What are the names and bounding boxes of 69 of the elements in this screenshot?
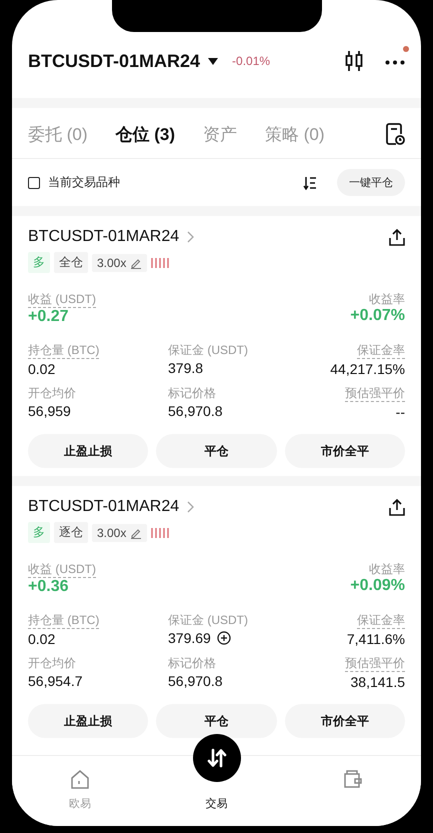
pnl-value: +0.36 — [28, 578, 68, 596]
history-icon[interactable] — [385, 122, 405, 146]
more-icon[interactable] — [385, 60, 405, 65]
field-value: 44,217.15% — [330, 361, 405, 377]
field-label: 收益 (USDT) — [28, 291, 96, 308]
field-label: 保证金 (USDT) — [168, 342, 248, 358]
nav-item[interactable]: 交易 — [148, 756, 285, 826]
symbol-title[interactable]: BTCUSDT-01MAR24 — [28, 50, 200, 72]
field-value: 379.8 — [168, 360, 204, 376]
field-value: -- — [396, 404, 405, 420]
action-button[interactable]: 平仓 — [156, 704, 277, 738]
field-label: 收益率 — [369, 291, 405, 307]
trade-button[interactable] — [192, 734, 240, 782]
field-value: 56,959 — [28, 403, 71, 419]
field-value: 0.02 — [28, 631, 56, 647]
wallet-icon — [342, 768, 364, 790]
field-value: 56,970.8 — [168, 403, 222, 419]
field-value: 56,954.7 — [28, 673, 82, 689]
field-label: 保证金率 — [357, 342, 405, 359]
add-margin-icon[interactable] — [216, 631, 231, 645]
field-label: 开仓均价 — [28, 385, 76, 401]
side-tag: 多 — [28, 252, 50, 273]
roe-value: +0.09% — [350, 577, 405, 595]
share-icon[interactable] — [389, 498, 405, 516]
price-change: -0.01% — [232, 54, 270, 68]
field-label: 预估强平价 — [345, 655, 405, 672]
close-all-button[interactable]: 一键平仓 — [337, 169, 405, 196]
home-icon — [69, 768, 92, 790]
margin-mode-tag: 逐仓 — [54, 522, 88, 543]
action-button[interactable]: 止盈止损 — [28, 434, 148, 468]
pencil-icon — [130, 256, 142, 268]
position-symbol[interactable]: BTCUSDT-01MAR24 — [28, 498, 180, 516]
tab[interactable]: 仓位 (3) — [116, 122, 175, 146]
action-button[interactable]: 平仓 — [156, 434, 277, 468]
filter-label: 当前交易品种 — [48, 174, 120, 191]
field-label: 保证金 (USDT) — [168, 612, 248, 628]
checkbox[interactable] — [28, 176, 40, 188]
dropdown-icon[interactable] — [208, 58, 218, 64]
field-label: 标记价格 — [168, 385, 216, 401]
swap-arrows-icon — [206, 747, 228, 769]
field-value: 38,141.5 — [350, 674, 405, 690]
pencil-icon — [130, 526, 142, 538]
field-label: 预估强平价 — [345, 385, 405, 402]
risk-meter-icon — [151, 528, 172, 538]
field-value: 7,411.6% — [346, 631, 405, 647]
margin-mode-tag: 全仓 — [54, 252, 88, 273]
field-value: 379.69 — [168, 630, 211, 646]
share-icon[interactable] — [389, 228, 405, 246]
field-value: 56,970.8 — [168, 673, 222, 689]
roe-value: +0.07% — [350, 307, 405, 325]
field-label: 保证金率 — [357, 612, 405, 629]
position-symbol[interactable]: BTCUSDT-01MAR24 — [28, 228, 180, 246]
field-label: 收益 (USDT) — [28, 561, 96, 578]
field-label: 开仓均价 — [28, 655, 76, 671]
action-button[interactable]: 市价全平 — [284, 704, 405, 738]
risk-meter-icon — [151, 258, 172, 268]
action-button[interactable]: 市价全平 — [284, 434, 405, 468]
pnl-value: +0.27 — [28, 308, 68, 326]
candlestick-icon[interactable] — [345, 50, 363, 72]
field-value: 0.02 — [28, 361, 56, 377]
field-label: 持仓量 (BTC) — [28, 342, 100, 359]
action-button[interactable]: 止盈止损 — [28, 704, 148, 738]
field-label: 持仓量 (BTC) — [28, 612, 100, 629]
side-tag: 多 — [28, 522, 50, 543]
sort-icon[interactable] — [303, 176, 317, 190]
leverage-button[interactable]: 3.00x — [92, 524, 148, 542]
field-label: 收益率 — [369, 561, 405, 577]
leverage-button[interactable]: 3.00x — [92, 254, 148, 272]
field-label: 标记价格 — [168, 655, 216, 671]
